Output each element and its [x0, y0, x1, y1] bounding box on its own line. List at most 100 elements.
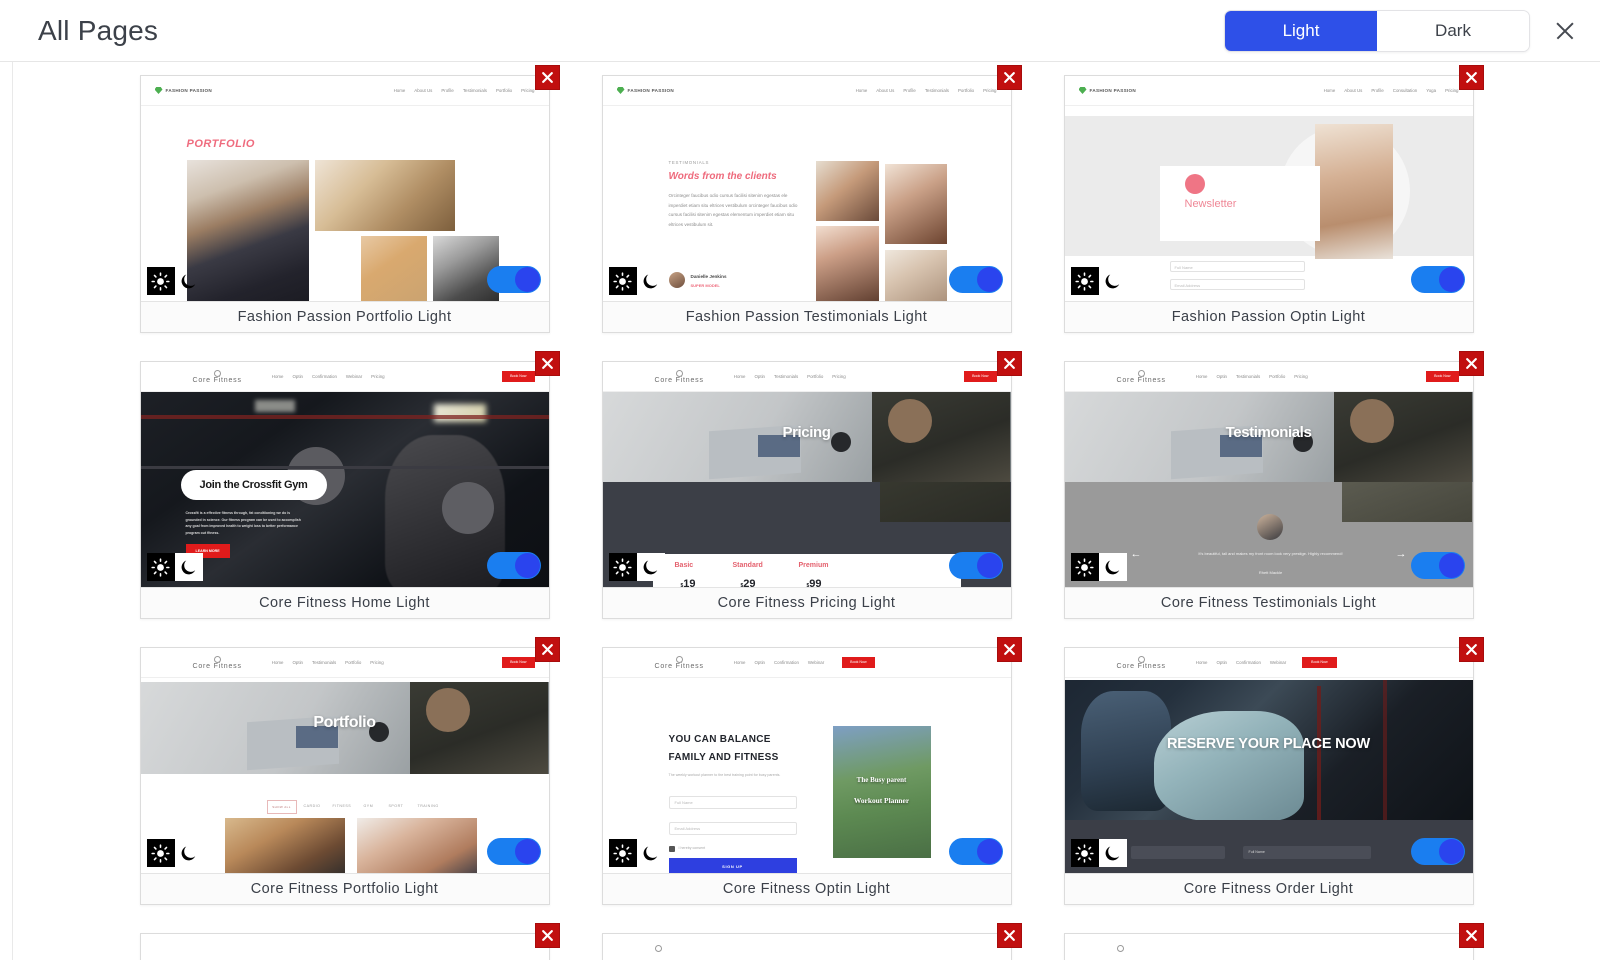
filter-chip[interactable]: GYM	[364, 804, 374, 808]
theme-toggle-switch[interactable]	[1410, 552, 1465, 579]
close-icon[interactable]	[996, 923, 1022, 948]
sun-icon[interactable]	[146, 553, 175, 581]
page-thumbnail[interactable]: FASHION PASSION Home About Us Profile Co…	[1064, 76, 1473, 302]
nav-link[interactable]: Pricing	[371, 374, 384, 379]
page-thumbnail[interactable]	[602, 934, 1011, 960]
nav-link[interactable]: Portfolio	[345, 660, 361, 665]
page-thumbnail[interactable]: FASHION PASSION Home About Us Profile Te…	[140, 76, 549, 302]
nav-link[interactable]: Optin	[293, 374, 304, 379]
nav-link[interactable]: Portfolio	[807, 374, 823, 379]
page-card[interactable]: FASHION PASSION Home About Us Profile Te…	[139, 65, 560, 333]
nav-link[interactable]: Home	[1196, 374, 1208, 379]
close-icon[interactable]	[1458, 923, 1484, 948]
nav-link[interactable]: Profile	[441, 88, 453, 93]
nav-link[interactable]: Testimonials	[312, 660, 336, 665]
nav-link[interactable]: About Us	[1344, 88, 1362, 93]
moon-icon[interactable]	[175, 839, 203, 867]
nav-link[interactable]: Optin	[293, 660, 304, 665]
nav-link[interactable]: Confirmation	[1236, 660, 1261, 665]
mode-icons[interactable]	[146, 839, 203, 867]
theme-toggle-switch[interactable]	[486, 266, 541, 293]
moon-icon[interactable]	[637, 267, 665, 295]
book-now-button[interactable]: Book Now	[842, 657, 875, 668]
mode-icons[interactable]	[608, 267, 665, 295]
page-thumbnail[interactable]: Core Fitness Home Optin Confirmation Web…	[1064, 648, 1473, 874]
theme-toggle-switch[interactable]	[948, 838, 1003, 865]
nav-link[interactable]: Testimonials	[1236, 374, 1260, 379]
moon-icon[interactable]	[174, 553, 203, 581]
filter-chip[interactable]: SPORT	[389, 804, 404, 808]
sun-icon[interactable]	[1070, 839, 1099, 867]
page-thumbnail[interactable]	[1064, 934, 1473, 960]
nav-link[interactable]: Profile	[1371, 88, 1383, 93]
nav-link[interactable]: Confirmation	[774, 660, 799, 665]
filter-chip[interactable]: CARDIO	[304, 804, 321, 808]
nav-link[interactable]: About Us	[876, 88, 894, 93]
nav-link[interactable]: Testimonials	[463, 88, 487, 93]
close-icon[interactable]	[1458, 351, 1484, 376]
mode-icons[interactable]	[1070, 839, 1127, 867]
book-now-button[interactable]: Book Now	[964, 371, 997, 382]
sun-icon[interactable]	[1070, 553, 1099, 581]
page-thumbnail[interactable]: Core Fitness Home Optin Testimonials Por…	[1064, 362, 1473, 588]
sun-icon[interactable]	[608, 267, 637, 295]
nav-link[interactable]: Webinar	[1270, 660, 1286, 665]
moon-icon[interactable]	[637, 839, 665, 867]
page-thumbnail[interactable]: Core Fitness Home Optin Testimonials Por…	[140, 648, 549, 874]
nav-link[interactable]: Optin	[755, 660, 766, 665]
page-card[interactable]: Core Fitness Home Optin Confirmation Web…	[601, 637, 1022, 905]
nav-link[interactable]: Home	[272, 660, 284, 665]
page-card[interactable]	[139, 923, 560, 960]
close-icon[interactable]	[1552, 18, 1578, 44]
form-field[interactable]	[1130, 846, 1225, 859]
sign-up-button[interactable]: SIGN UP	[668, 858, 797, 873]
moon-icon[interactable]	[1098, 553, 1127, 581]
theme-toggle-switch[interactable]	[948, 266, 1003, 293]
book-now-button[interactable]: Book Now	[502, 371, 535, 382]
moon-icon[interactable]	[636, 553, 665, 581]
theme-toggle-switch[interactable]	[948, 552, 1003, 579]
page-card[interactable]	[601, 923, 1022, 960]
page-thumbnail[interactable]: Core Fitness Home Optin Testimonials Por…	[602, 362, 1011, 588]
mode-icons[interactable]	[1070, 267, 1127, 295]
sun-icon[interactable]	[608, 553, 637, 581]
page-thumbnail[interactable]	[140, 934, 549, 960]
page-card[interactable]: Core Fitness Home Optin Testimonials Por…	[601, 351, 1022, 619]
close-icon[interactable]	[996, 637, 1022, 662]
close-icon[interactable]	[996, 351, 1022, 376]
nav-link[interactable]: Pricing	[832, 374, 845, 379]
nav-link[interactable]: Home	[734, 374, 746, 379]
mode-icons[interactable]	[146, 553, 203, 581]
pages-scroll-area[interactable]: FASHION PASSION Home About Us Profile Te…	[12, 62, 1600, 960]
nav-link[interactable]: Portfolio	[1269, 374, 1285, 379]
page-thumbnail[interactable]: Core Fitness Home Optin Confirmation Web…	[140, 362, 549, 588]
theme-mode-switch[interactable]: Light Dark	[1224, 9, 1530, 52]
page-card[interactable]: Core Fitness Home Optin Confirmation Web…	[1063, 637, 1484, 905]
mode-icons[interactable]	[608, 553, 665, 581]
close-icon[interactable]	[534, 923, 560, 948]
page-card[interactable]	[1063, 923, 1484, 960]
moon-icon[interactable]	[175, 267, 203, 295]
moon-icon[interactable]	[1099, 267, 1127, 295]
nav-link[interactable]: Testimonials	[774, 374, 798, 379]
theme-toggle-switch[interactable]	[1410, 266, 1465, 293]
nav-link[interactable]: Optin	[1217, 660, 1228, 665]
nav-link[interactable]: Pricing	[1445, 88, 1458, 93]
page-card[interactable]: FASHION PASSION Home About Us Profile Te…	[601, 65, 1022, 333]
mode-icons[interactable]	[1070, 553, 1127, 581]
close-icon[interactable]	[534, 637, 560, 662]
sun-icon[interactable]	[608, 839, 637, 867]
theme-light-button[interactable]: Light	[1225, 10, 1377, 51]
nav-link[interactable]: Portfolio	[496, 88, 512, 93]
consent-checkbox[interactable]	[668, 846, 675, 852]
theme-toggle-switch[interactable]	[1410, 838, 1465, 865]
page-card[interactable]: Core Fitness Home Optin Testimonials Por…	[139, 637, 560, 905]
close-icon[interactable]	[534, 65, 560, 90]
sun-icon[interactable]	[146, 839, 175, 867]
nav-link[interactable]: Profile	[903, 88, 915, 93]
mode-icons[interactable]	[146, 267, 203, 295]
close-icon[interactable]	[1458, 65, 1484, 90]
theme-dark-button[interactable]: Dark	[1377, 10, 1529, 51]
moon-icon[interactable]	[1098, 839, 1127, 867]
nav-link[interactable]: Home	[272, 374, 284, 379]
